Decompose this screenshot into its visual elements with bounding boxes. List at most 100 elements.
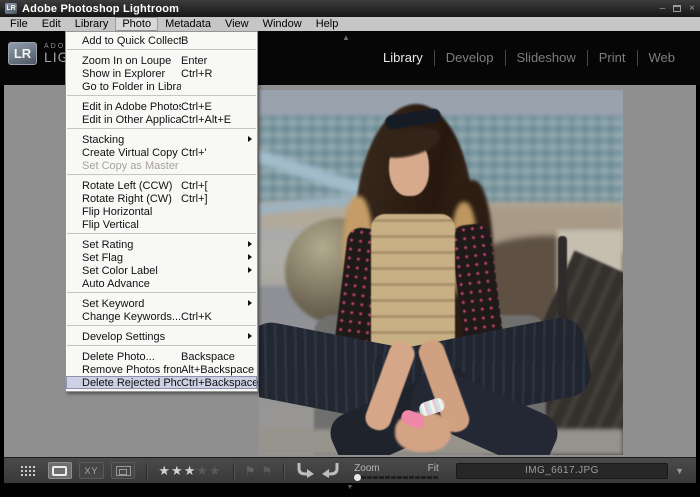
menu-item[interactable]: Set Copy as Master bbox=[66, 159, 257, 172]
menu-item-label: Set Keyword bbox=[82, 297, 145, 310]
menu-item[interactable]: Auto Advance bbox=[66, 277, 257, 290]
menu-item[interactable]: Zoom In on Loupe Enter bbox=[66, 54, 257, 67]
menu-item-shortcut: Ctrl+Alt+E bbox=[181, 113, 232, 126]
filmstrip-collapse-icon[interactable]: ▼ bbox=[347, 484, 354, 491]
menubar-item[interactable]: Window bbox=[256, 17, 309, 31]
menubar-item[interactable]: View bbox=[218, 17, 256, 31]
submenu-arrow-icon bbox=[248, 136, 252, 142]
menubar-item[interactable]: File bbox=[3, 17, 35, 31]
zoom-slider[interactable] bbox=[354, 473, 439, 481]
close-button[interactable]: × bbox=[689, 3, 695, 14]
submenu-arrow-icon bbox=[248, 254, 252, 260]
menu-item-label: Rotate Right (CW) bbox=[82, 192, 172, 205]
menu-item[interactable]: Delete Rejected Photos... Ctrl+Backspace bbox=[66, 376, 259, 389]
menu-item[interactable]: Edit in Other Application... Ctrl+Alt+E bbox=[66, 113, 257, 126]
menu-item[interactable]: Rotate Right (CW) Ctrl+] bbox=[66, 192, 257, 205]
submenu-arrow-icon bbox=[248, 300, 252, 306]
submenu-arrow-icon bbox=[248, 267, 252, 273]
menu-item[interactable]: Remove Photos from Catalog Alt+Backspace bbox=[66, 363, 257, 376]
module-tab[interactable]: Web bbox=[636, 50, 687, 66]
grid-view-icon bbox=[19, 464, 37, 477]
menu-item-label: Flip Vertical bbox=[82, 218, 139, 231]
module-tab[interactable]: Print bbox=[586, 50, 637, 66]
menu-item-shortcut: Alt+Backspace bbox=[181, 363, 255, 376]
compare-view-button[interactable]: XY bbox=[79, 462, 104, 479]
menu-item[interactable]: Flip Horizontal bbox=[66, 205, 257, 218]
fit-label[interactable]: Fit bbox=[428, 463, 439, 474]
zoom-label[interactable]: Zoom bbox=[354, 463, 380, 474]
top-panel-collapse-icon[interactable]: ▲ bbox=[342, 33, 350, 42]
menu-item-label: Set Rating bbox=[82, 238, 134, 251]
minimize-button[interactable]: – bbox=[660, 3, 666, 14]
menu-item[interactable]: Delete Photo... Backspace bbox=[66, 350, 257, 363]
restore-icon bbox=[673, 5, 682, 12]
menu-item-shortcut: Ctrl+Backspace bbox=[181, 376, 259, 389]
rotate-left-icon[interactable] bbox=[295, 463, 315, 478]
toolbar-dropdown-icon[interactable]: ▼ bbox=[675, 466, 684, 476]
menu-item-label: Remove Photos from Catalog bbox=[82, 363, 181, 376]
reject-flag-icon[interactable]: ⚑ bbox=[261, 465, 272, 477]
menu-item-label: Change Keywords... bbox=[82, 310, 181, 323]
submenu-arrow-icon bbox=[248, 333, 252, 339]
filename-display[interactable]: IMG_6617.JPG bbox=[455, 462, 669, 479]
menubar-item[interactable]: Help bbox=[309, 17, 346, 31]
menu-item[interactable]: Develop Settings bbox=[66, 330, 257, 343]
zoom-slider-thumb[interactable] bbox=[354, 473, 362, 481]
toolbar-separator bbox=[146, 462, 148, 479]
menu-item-label: Edit in Other Application... bbox=[82, 113, 181, 126]
toolbar-separator bbox=[232, 462, 234, 479]
menu-item[interactable]: Add to Quick Collection B bbox=[66, 34, 257, 47]
restore-button[interactable] bbox=[673, 5, 682, 12]
title-bar: LR Adobe Photoshop Lightroom – × bbox=[0, 0, 700, 17]
menubar-item[interactable]: Metadata bbox=[158, 17, 218, 31]
menu-item-label: Go to Folder in Library bbox=[82, 80, 181, 93]
rotate-right-icon[interactable] bbox=[321, 463, 341, 478]
menu-item-label: Stacking bbox=[82, 133, 125, 146]
grid-view-button[interactable] bbox=[16, 462, 41, 479]
toolbar-separator bbox=[283, 462, 285, 479]
lr-logo-icon: LR bbox=[8, 42, 37, 65]
app-icon: LR bbox=[5, 3, 17, 14]
module-tab[interactable]: Library bbox=[372, 50, 434, 66]
menu-item[interactable]: Rotate Left (CCW) Ctrl+[ bbox=[66, 179, 257, 192]
menu-item-label: Set Copy as Master bbox=[82, 159, 179, 172]
star-rating[interactable]: ★★★★★ bbox=[158, 464, 221, 477]
menu-item[interactable]: Change Keywords... Ctrl+K bbox=[66, 310, 257, 323]
window-title: Adobe Photoshop Lightroom bbox=[22, 2, 180, 15]
rotate-controls bbox=[295, 463, 341, 478]
menu-item-label: Set Color Label bbox=[82, 264, 158, 277]
empty-stars[interactable]: ★★ bbox=[196, 463, 221, 478]
module-tab[interactable]: Slideshow bbox=[504, 50, 587, 66]
menu-item[interactable]: Set Rating bbox=[66, 238, 257, 251]
menu-item-shortcut: Backspace bbox=[181, 350, 235, 363]
menu-item[interactable]: Go to Folder in Library bbox=[66, 80, 257, 93]
menu-item[interactable]: Flip Vertical bbox=[66, 218, 257, 231]
menu-item-shortcut: Enter bbox=[181, 54, 208, 67]
menu-item[interactable]: Create Virtual Copy Ctrl+' bbox=[66, 146, 257, 159]
menu-item-shortcut: Ctrl+K bbox=[181, 310, 212, 323]
filled-stars[interactable]: ★★★ bbox=[158, 463, 196, 478]
menu-item[interactable]: Show in Explorer Ctrl+R bbox=[66, 67, 257, 80]
survey-view-button[interactable] bbox=[110, 462, 136, 479]
menu-item-label: Set Flag bbox=[82, 251, 123, 264]
module-tab[interactable]: Develop bbox=[433, 50, 505, 66]
menubar-item[interactable]: Photo bbox=[115, 17, 159, 31]
photo-canvas[interactable] bbox=[259, 90, 623, 455]
menu-item[interactable]: Set Keyword bbox=[66, 297, 257, 310]
menubar-item[interactable]: Library bbox=[68, 17, 116, 31]
menu-item-shortcut: Ctrl+R bbox=[181, 67, 213, 80]
menu-item[interactable]: Stacking bbox=[66, 133, 257, 146]
filmstrip-panel: ▼ bbox=[0, 483, 700, 497]
menu-item-label: Auto Advance bbox=[82, 277, 150, 290]
module-picker: Library Develop Slideshow Print Web bbox=[372, 31, 686, 85]
menu-item[interactable]: Edit in Adobe Photoshop CS3... Ctrl+E bbox=[66, 100, 257, 113]
photo-menu: Add to Quick Collection B Zoom In on Lou… bbox=[65, 31, 258, 392]
menu-item[interactable]: Set Flag bbox=[66, 251, 257, 264]
menubar-item[interactable]: Edit bbox=[35, 17, 68, 31]
submenu-arrow-icon bbox=[248, 241, 252, 247]
pick-flag-icon[interactable]: ⚑ bbox=[245, 465, 256, 477]
flag-controls: ⚑ ⚑ bbox=[245, 465, 273, 477]
loupe-view-icon bbox=[52, 465, 68, 476]
menu-item[interactable]: Set Color Label bbox=[66, 264, 257, 277]
loupe-view-button[interactable] bbox=[47, 462, 73, 479]
